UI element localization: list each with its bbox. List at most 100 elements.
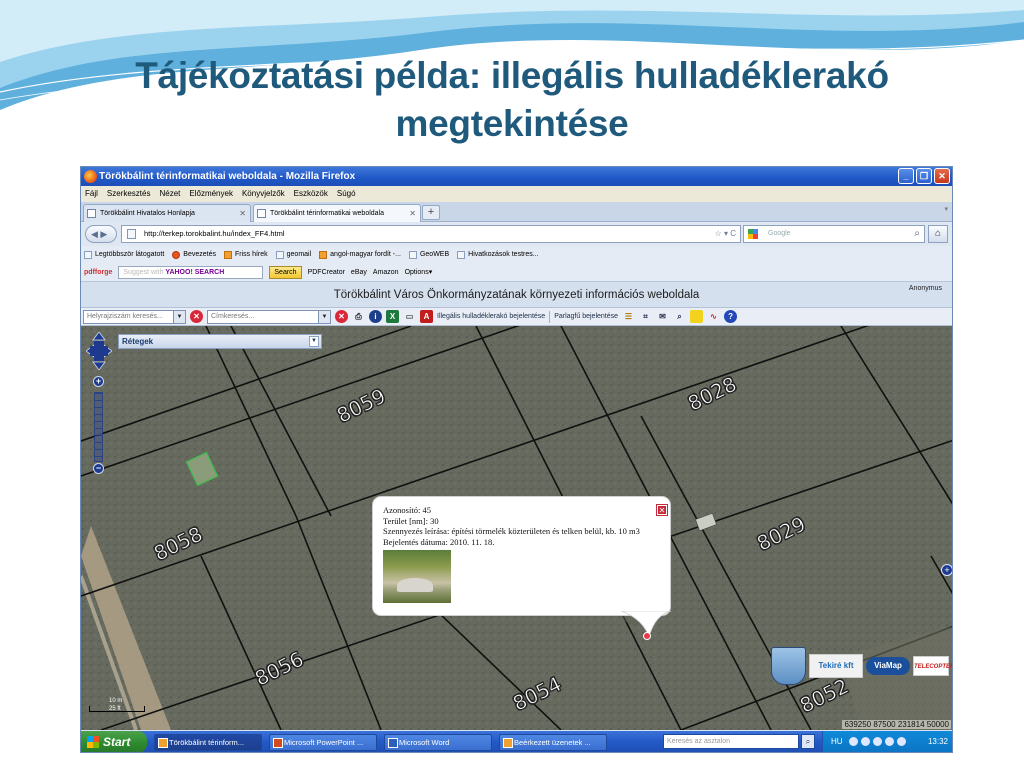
description-label: Szennyezés leírása: (383, 526, 450, 536)
bookmark-reload-icons[interactable]: ☆ ▾ C (715, 226, 736, 242)
bookmark-item[interactable]: Hivatkozások testres... (457, 246, 539, 264)
menu-file[interactable]: Fájl (85, 186, 98, 202)
tab-gis-website[interactable]: Törökbálint térinformatikai weboldala ✕ (253, 204, 421, 222)
pdfcreator-button[interactable]: PDFCreator (308, 264, 345, 282)
language-indicator[interactable]: HU (831, 737, 843, 746)
tray-icon[interactable] (897, 737, 906, 746)
amazon-button[interactable]: Amazon (373, 264, 399, 282)
chart-icon[interactable]: ∿ (707, 310, 720, 323)
taskbar-powerpoint[interactable]: Microsoft PowerPoint ... (269, 733, 377, 751)
ebay-button[interactable]: eBay (351, 264, 367, 282)
map-view[interactable]: 8059 8028 8058 8029 8056 8054 8052 Réteg… (81, 326, 952, 730)
tray-icon[interactable] (885, 737, 894, 746)
addon-toolbar: pdfforge Suggest with YAHOO! SEARCH Sear… (81, 264, 952, 282)
ragweed-report-link[interactable]: Parlagfű bejelentése (554, 308, 618, 325)
zoom-search-icon[interactable]: ⌕ (673, 310, 686, 323)
options-button[interactable]: Options▾ (405, 264, 433, 282)
maximize-button[interactable]: ❐ (916, 168, 932, 184)
chevron-down-icon[interactable]: ▼ (309, 336, 319, 347)
minimize-button[interactable]: _ (898, 168, 914, 184)
tray-icon[interactable] (873, 737, 882, 746)
bookmark-item[interactable]: angol-magyar fordít -... (319, 246, 401, 264)
tab-torokbalint-homepage[interactable]: Törökbálint Hivatalos Honlapja ✕ (83, 204, 251, 222)
id-value: 45 (422, 505, 431, 515)
chevron-down-icon[interactable]: ▼ (173, 310, 185, 323)
popup-id-row: Azonosító: 45 (383, 505, 660, 516)
tab-bar: Törökbálint Hivatalos Honlapja ✕ Törökbá… (81, 202, 952, 222)
zoom-in-button[interactable]: + (93, 376, 104, 387)
pdf-icon[interactable]: A (420, 310, 433, 323)
menu-view[interactable]: Nézet (159, 186, 180, 202)
help-icon[interactable]: ? (724, 310, 738, 323)
tab-close-icon[interactable]: ✕ (409, 205, 416, 222)
popup-description-row: Szennyezés leírása: építési törmelék köz… (383, 526, 660, 537)
yahoo-search-button[interactable]: Search (269, 266, 302, 279)
scale-label: 10 m (109, 698, 123, 704)
mail-icon[interactable]: ✉ (656, 310, 669, 323)
date-label: Bejelentés dátuma: (383, 536, 448, 547)
tray-icon[interactable] (849, 737, 858, 746)
pan-arrows-icon[interactable] (86, 332, 112, 370)
taskbar-firefox[interactable]: Törökbálint térinform... (154, 733, 262, 751)
search-field[interactable]: Google ⌕ (743, 225, 925, 243)
zoom-slider[interactable] (94, 392, 103, 462)
document-icon[interactable]: ▭ (403, 310, 416, 323)
separator (549, 310, 551, 323)
search-icon[interactable]: ⌕ (801, 734, 815, 749)
bookmark-item[interactable]: Legtöbbször látogatott (84, 246, 164, 264)
menu-edit[interactable]: Szerkesztés (107, 186, 151, 202)
search-icon[interactable]: ⌕ (914, 226, 920, 242)
close-icon[interactable]: ✕ (657, 505, 667, 515)
excel-icon[interactable]: X (386, 310, 399, 323)
viamap-logo: ViaMap (866, 657, 910, 675)
print-icon[interactable]: ⎙ (352, 310, 365, 323)
address-search-input[interactable]: Címkeresés... ▼ (207, 309, 331, 324)
taskbar-outlook[interactable]: Beérkezett üzenetek ... (499, 733, 607, 751)
bookmark-item[interactable]: Bevezetés (172, 246, 216, 264)
start-button[interactable]: Start (81, 731, 147, 752)
illegal-dump-report-link[interactable]: Illegális hulladéklerakó bejelentése (437, 308, 545, 325)
layers-icon[interactable]: ☰ (622, 310, 635, 323)
bookmark-item[interactable]: GeoWEB (408, 246, 449, 264)
tab-label: Törökbálint Hivatalos Honlapja (100, 210, 195, 217)
desktop-search-input[interactable]: Keresés az asztalon (663, 734, 799, 749)
bookmark-item[interactable]: Friss hírek (223, 246, 268, 264)
home-button[interactable]: ⌂ (928, 225, 948, 243)
search-placeholder: Google (768, 230, 791, 237)
waste-site-marker[interactable] (643, 632, 651, 640)
bookmark-item[interactable]: geomail (275, 246, 311, 264)
new-tab-button[interactable]: + (422, 205, 440, 220)
menu-history[interactable]: Előzmények (189, 186, 233, 202)
parcel-search-input[interactable]: Helyrajziszám keresés... ▼ (83, 309, 186, 324)
chevron-down-icon[interactable]: ▼ (318, 310, 330, 323)
clear-icon[interactable]: ✕ (335, 310, 348, 323)
back-forward-button[interactable]: ◀ ▶ (85, 225, 117, 243)
menu-help[interactable]: Súgó (337, 186, 356, 202)
measure-icon[interactable]: ⌗ (639, 310, 652, 323)
url-text: http://terkep.torokbalint.hu/index_FF4.h… (144, 229, 285, 238)
zoom-control: + − (86, 332, 112, 474)
zoom-out-button[interactable]: − (93, 463, 104, 474)
slide-title: Tájékoztatási példa: illegális hulladékl… (0, 52, 1024, 148)
close-button[interactable]: ✕ (934, 168, 950, 184)
tab-list-icon[interactable]: ▾ (944, 205, 948, 213)
tray-icon[interactable] (861, 737, 870, 746)
site-title: Törökbálint Város Önkormányzatának körny… (333, 289, 700, 301)
bookmark-label: Friss hírek (234, 251, 268, 258)
window-controls: _ ❐ ✕ (898, 168, 950, 184)
url-field[interactable]: http://terkep.torokbalint.hu/index_FF4.h… (121, 225, 741, 243)
menu-bookmarks[interactable]: Könyvjelzők (242, 186, 285, 202)
highlight-icon[interactable] (690, 310, 704, 323)
info-icon[interactable]: i (369, 310, 382, 323)
layers-panel[interactable]: Rétegek ▼ (118, 334, 322, 349)
waste-photo[interactable] (383, 550, 451, 603)
feature-info-popup: ✕ Azonosító: 45 Terület [nm]: 30 Szennye… (372, 496, 671, 616)
expand-panel-button[interactable]: + (941, 564, 952, 576)
tab-close-icon[interactable]: ✕ (239, 205, 246, 222)
menu-tools[interactable]: Eszközök (294, 186, 328, 202)
yahoo-search-input[interactable]: Suggest with YAHOO! SEARCH (118, 266, 264, 279)
taskbar-word[interactable]: Microsoft Word (384, 733, 492, 751)
clear-icon[interactable]: ✕ (190, 310, 203, 323)
page-icon (257, 209, 266, 218)
page-icon (84, 251, 92, 259)
